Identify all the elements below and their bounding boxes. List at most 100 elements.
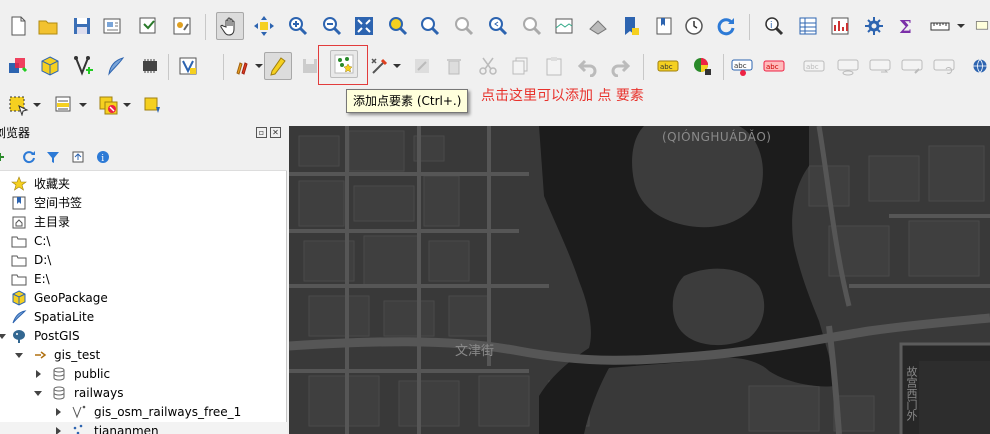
tree-item-favorites[interactable]: 收藏夹 <box>0 175 287 194</box>
tree-item-postgis[interactable]: PostGIS <box>0 327 287 346</box>
new-geopackage-layer-button[interactable] <box>36 52 64 80</box>
refresh-button[interactable] <box>712 12 740 40</box>
tree-item-railways-layer[interactable]: gis_osm_railways_free_1 <box>0 403 287 422</box>
select-features-button[interactable] <box>4 91 32 119</box>
tree-item-drive-e[interactable]: E:\ <box>0 270 287 289</box>
layer-diagram-options-button[interactable] <box>688 52 716 80</box>
map-label-island: (QIÓNGHUÁDǍO) <box>662 130 772 144</box>
zoom-native-resolution-button[interactable] <box>450 12 478 40</box>
select-features-dropdown-arrow[interactable] <box>33 91 41 119</box>
cut-features-button[interactable] <box>474 52 502 80</box>
show-statistical-summary-button[interactable]: Σ <box>892 12 920 40</box>
deselect-dropdown-arrow[interactable] <box>123 91 131 119</box>
digitize-vertex-tool-button[interactable] <box>70 52 98 80</box>
rotate-label-button[interactable] <box>866 52 894 80</box>
map-canvas[interactable]: (QIÓNGHUÁDǍO) 文津街 故宫西门外 <box>289 126 990 434</box>
float-panel-icon[interactable]: ▫ <box>256 127 267 138</box>
tree-item-spatialite[interactable]: SpatiaLite <box>0 308 287 327</box>
new-3d-map-view-button[interactable] <box>584 12 612 40</box>
browser-panel: 浏览器 ▫ ✕ i 收藏夹 空间书签 主目录 C:\ D:\ E:\ GeoPa… <box>0 123 287 434</box>
processing-toolbox-button[interactable] <box>860 12 888 40</box>
redo-button[interactable] <box>606 52 634 80</box>
data-source-manager-button[interactable] <box>4 52 32 80</box>
zoom-in-button[interactable] <box>284 12 312 40</box>
current-edits-dropdown-arrow[interactable] <box>255 52 263 80</box>
undo-label-change-button[interactable] <box>930 52 958 80</box>
refresh-icon[interactable] <box>21 149 37 165</box>
tree-item-public-schema[interactable]: public <box>0 365 287 384</box>
print-layout-icon <box>103 18 121 34</box>
new-temporary-layer-button[interactable] <box>136 52 164 80</box>
expand-arrow-icon[interactable] <box>15 351 23 359</box>
select-by-location-button[interactable] <box>138 91 166 119</box>
select-by-value-button[interactable] <box>50 91 78 119</box>
close-panel-icon[interactable]: ✕ <box>270 127 281 138</box>
collapse-all-icon[interactable] <box>70 149 86 165</box>
zoom-out-button[interactable] <box>318 12 346 40</box>
change-label-properties-button[interactable] <box>898 52 926 80</box>
collapsed-arrow-icon[interactable] <box>54 408 62 416</box>
new-project-button[interactable] <box>4 12 32 40</box>
open-project-button[interactable] <box>34 12 62 40</box>
tree-item-home[interactable]: 主目录 <box>0 213 287 232</box>
collapsed-arrow-icon[interactable] <box>34 370 42 378</box>
zoom-last-button[interactable] <box>484 12 512 40</box>
toggle-editing-button[interactable] <box>264 52 292 80</box>
select-rectangle-icon <box>9 96 29 116</box>
map-tips-button[interactable] <box>974 12 990 40</box>
properties-info-icon[interactable]: i <box>95 149 111 165</box>
measure-line-button[interactable] <box>926 12 954 40</box>
tree-item-drive-d[interactable]: D:\ <box>0 251 287 270</box>
save-project-button[interactable] <box>68 12 96 40</box>
highlight-pinned-labels-button[interactable]: abc <box>760 52 788 80</box>
expand-arrow-icon[interactable] <box>34 389 42 397</box>
zoom-next-button[interactable] <box>518 12 546 40</box>
collapsed-arrow-icon[interactable] <box>54 427 62 434</box>
vertex-tool-dropdown-arrow[interactable] <box>393 52 401 80</box>
expand-arrow-icon[interactable] <box>0 332 6 340</box>
temporal-controller-button[interactable] <box>680 12 708 40</box>
new-spatialite-layer-button[interactable] <box>102 52 130 80</box>
open-attribute-table-button[interactable] <box>794 12 822 40</box>
measure-dropdown-arrow[interactable] <box>957 12 965 40</box>
tree-item-drive-c[interactable]: C:\ <box>0 232 287 251</box>
refresh-icon <box>717 18 735 36</box>
tree-item-gis-test-connection[interactable]: gis_test <box>0 346 287 365</box>
identify-features-button[interactable]: i <box>760 12 788 40</box>
new-spatial-bookmark-button[interactable] <box>616 12 644 40</box>
new-virtual-layer-button[interactable] <box>174 52 202 80</box>
zoom-to-selection-button[interactable] <box>384 12 412 40</box>
map-3d-icon <box>589 20 607 35</box>
tree-item-railways-schema[interactable]: railways <box>0 384 287 403</box>
current-edits-button[interactable] <box>230 52 258 80</box>
copy-features-button[interactable] <box>506 52 534 80</box>
tree-item-spatial-bookmarks[interactable]: 空间书签 <box>0 194 287 213</box>
delete-selected-button[interactable] <box>440 52 468 80</box>
add-selected-layers-icon[interactable] <box>0 149 10 165</box>
layout-manager-button[interactable] <box>134 12 162 40</box>
zoom-full-button[interactable] <box>350 12 378 40</box>
new-print-layout-button[interactable] <box>98 12 126 40</box>
browser-panel-title: 浏览器 <box>0 126 31 140</box>
undo-button[interactable] <box>574 52 602 80</box>
globe-plugin-button[interactable] <box>970 52 990 80</box>
show-bookmarks-button[interactable] <box>650 12 678 40</box>
pan-map-button[interactable] <box>216 12 244 40</box>
select-by-value-dropdown-arrow[interactable] <box>79 91 87 119</box>
show-hide-labels-button[interactable] <box>834 52 862 80</box>
layer-labeling-options-button[interactable]: abc <box>654 52 682 80</box>
tree-item-tiananmen-layer[interactable]: tiananmen <box>0 422 287 434</box>
tree-item-geopackage[interactable]: GeoPackage <box>0 289 287 308</box>
move-label-button[interactable]: abc <box>800 52 828 80</box>
paste-features-button[interactable] <box>540 52 568 80</box>
style-manager-button[interactable] <box>168 12 196 40</box>
vertex-tool-button[interactable] <box>366 52 394 80</box>
deselect-features-button[interactable] <box>94 91 122 119</box>
zoom-to-layer-button[interactable] <box>416 12 444 40</box>
new-map-view-button[interactable] <box>550 12 578 40</box>
filter-funnel-icon[interactable] <box>45 149 61 165</box>
modify-attributes-button[interactable] <box>408 52 436 80</box>
pan-to-selection-button[interactable] <box>250 12 278 40</box>
pin-labels-button[interactable]: abc <box>728 52 756 80</box>
statistics-button[interactable] <box>826 12 854 40</box>
